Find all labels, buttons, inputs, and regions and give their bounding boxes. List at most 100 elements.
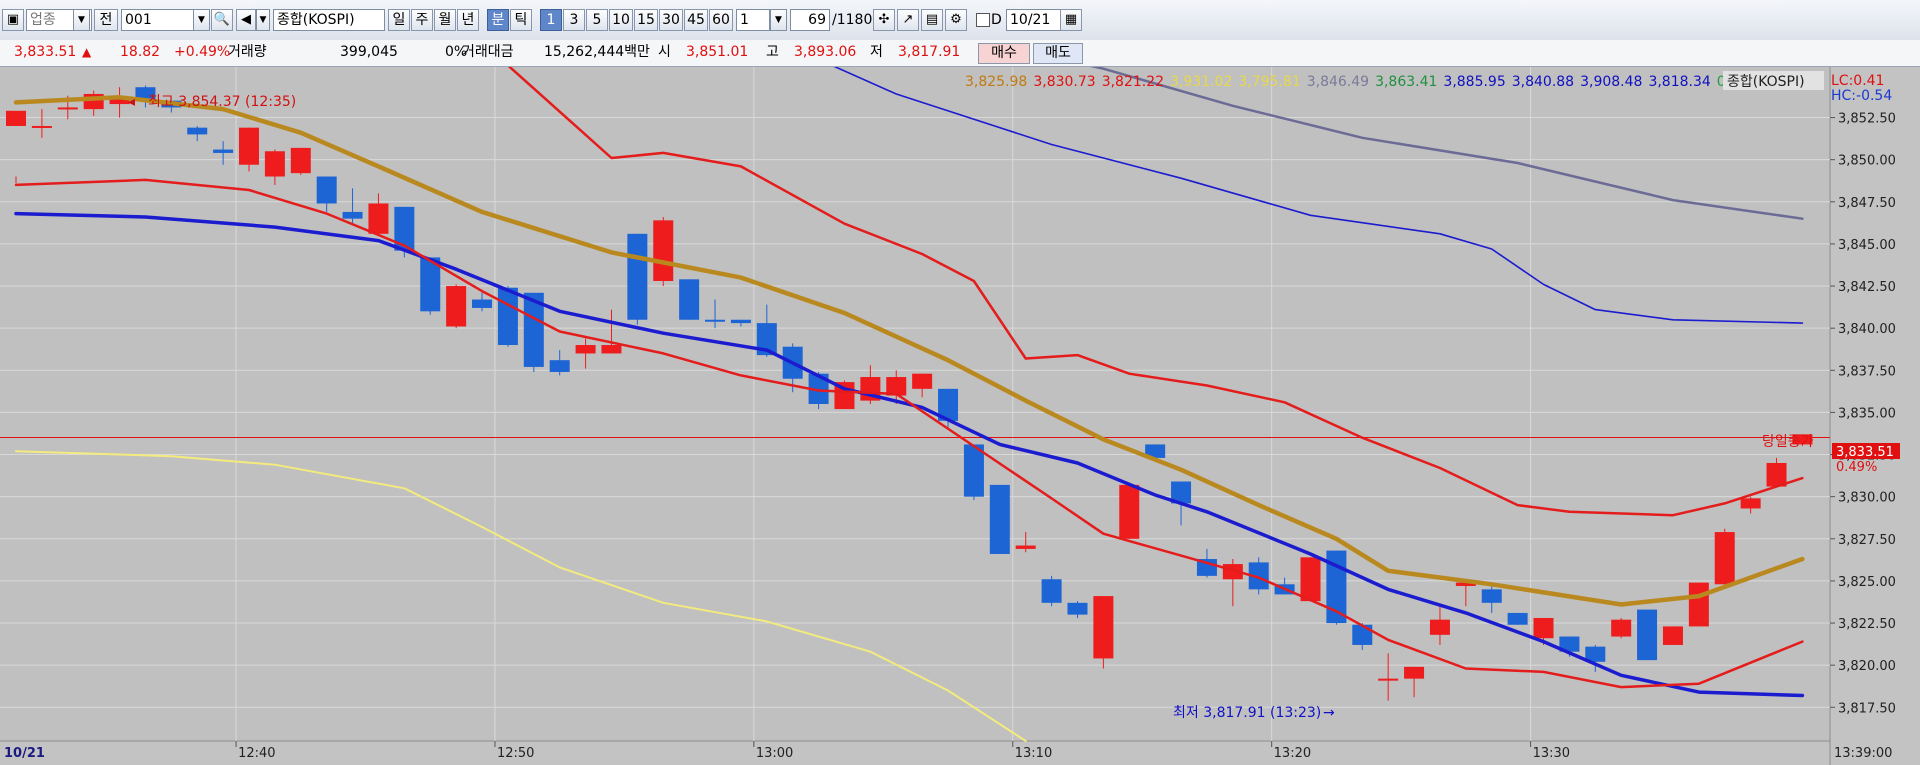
hc-label: HC:-0.54 [1831,88,1892,104]
low-value: 3,817.91 [898,44,961,60]
x-tick-label: 12:40 [238,746,275,761]
candle-body [239,127,260,165]
legend-entry: 3,825.98 [965,74,1027,90]
legend-entry: 3,830.73 [1033,74,1095,90]
d-checkbox[interactable] [976,13,990,27]
current-time-label: 13:39:00 [1834,746,1892,761]
candle-body [679,279,700,320]
candle-body [446,286,467,327]
candle-body [57,107,78,110]
interval-5-button[interactable]: 5 [586,9,608,31]
candle-body [187,127,208,135]
candle-body [290,147,311,174]
legend-entry: 3,846.49 [1307,74,1369,90]
prev-close-value: 3,833.51 [1836,445,1894,460]
amount-label: 거래대금 [462,44,514,60]
y-tick-label: 3,817.50 [1838,701,1896,716]
legend-index-name: 종합(KOSPI) [1727,74,1805,90]
code-dropdown-icon[interactable]: ▼ [193,9,210,31]
candle-body [575,345,596,354]
candle [963,444,984,501]
candle-body [1015,545,1036,549]
candle-body [472,299,493,308]
legend-entry: 3,795.81 [1238,74,1300,90]
candle [1300,557,1321,602]
candle [1611,617,1632,639]
change-percent: +0.49% [174,44,231,60]
interval-3-button[interactable]: 3 [563,9,585,31]
count-input[interactable]: 69 [790,9,830,31]
open-label: 시 [658,44,671,60]
legend: 3,825.98 3,830.73 3,821.22 3,931.02 3,795.81… [965,74,1748,90]
candle [1119,484,1140,539]
save-icon[interactable]: ▤ [921,9,943,31]
period-year-button[interactable]: 년 [457,9,479,31]
all-button[interactable]: 전 [94,9,118,31]
y-tick-label: 3,837.50 [1838,364,1896,379]
y-tick-label: 3,850.00 [1838,154,1896,169]
d-checkbox-label: D [991,12,1002,28]
candle [1093,596,1114,669]
interval-60-button[interactable]: 60 [709,9,733,31]
candle-body [6,110,26,126]
y-tick-label: 3,820.00 [1838,659,1896,674]
volume-label: 거래량 [228,44,267,60]
date-label: 10/21 [4,746,45,761]
crosshair-icon[interactable]: ✣ [873,9,895,31]
date-input[interactable]: 10/21 [1006,9,1062,31]
interval-10-button[interactable]: 10 [609,9,633,31]
calendar-icon[interactable]: ▦ [1060,9,1082,31]
candle-body [1481,589,1502,603]
y-tick-label: 3,842.50 [1838,280,1896,295]
prev-close-percent: 0.49% [1836,460,1877,475]
candle-body [264,151,285,177]
gear-icon[interactable]: ⚙ [945,9,967,31]
candle [653,216,674,287]
period-day-button[interactable]: 일 [388,9,410,31]
candle [1507,612,1528,625]
candle-body [1714,532,1735,585]
candle-body [1533,617,1554,639]
candle-body [1300,557,1321,602]
interval-30-button[interactable]: 30 [659,9,683,31]
period-minute-button[interactable]: 분 [487,9,509,31]
legend-entry: 3,818.34 [1648,74,1710,90]
candle-body [1352,624,1373,645]
interval-dropdown-icon[interactable]: ▼ [770,9,787,31]
candle [679,279,700,320]
interval-45-button[interactable]: 45 [684,9,708,31]
candle [1041,575,1062,607]
speaker-icon[interactable]: ◀ [236,9,256,31]
candle-body [989,484,1010,554]
period-tick-button[interactable]: 틱 [510,9,532,31]
y-tick-label: 3,840.00 [1838,322,1896,337]
lc-label: LC:0.41 [1831,73,1884,89]
speaker-dropdown-icon[interactable]: ▼ [256,9,270,31]
x-tick-label: 13:30 [1533,746,1570,761]
candle-body [1378,678,1399,681]
search-icon[interactable]: 🔍 [211,9,233,31]
toolbar: ▣ 업종 ▼ 전 001 ▼ 🔍 ◀ ▼ 종합(KOSPI) 일 주 월 년 분… [0,0,1920,41]
legend-entry: 3,908.48 [1580,74,1642,90]
interval-15-button[interactable]: 15 [634,9,658,31]
legend-entry: 3,821.22 [1102,74,1164,90]
high-annotation: 최고 3,854.37 (12:35) [148,94,296,110]
low-label: 저 [870,44,883,60]
candle-body [342,211,363,219]
price-chart[interactable]: 3,852.50 3,850.00 3,847.50 3,845.00 3,842.50… [0,67,1920,765]
legend-entry: 3,931.02 [1170,74,1232,90]
high-arrow-icon: ◂ [128,94,135,110]
window-icon[interactable]: ▣ [2,9,24,31]
interval-1-button[interactable]: 1 [540,9,562,31]
market-dropdown-icon[interactable]: ▼ [73,9,90,31]
trendline-icon[interactable]: ↗ [897,9,919,31]
sell-button[interactable]: 매도 [1033,43,1083,64]
current-price: 3,833.51 [14,44,77,60]
period-month-button[interactable]: 월 [434,9,456,31]
candle-body [1119,484,1140,539]
candle [497,286,518,347]
period-week-button[interactable]: 주 [411,9,433,31]
legend-entry: 3,885.95 [1443,74,1505,90]
interval-input[interactable]: 1 [736,9,770,31]
buy-button[interactable]: 매수 [978,43,1030,64]
